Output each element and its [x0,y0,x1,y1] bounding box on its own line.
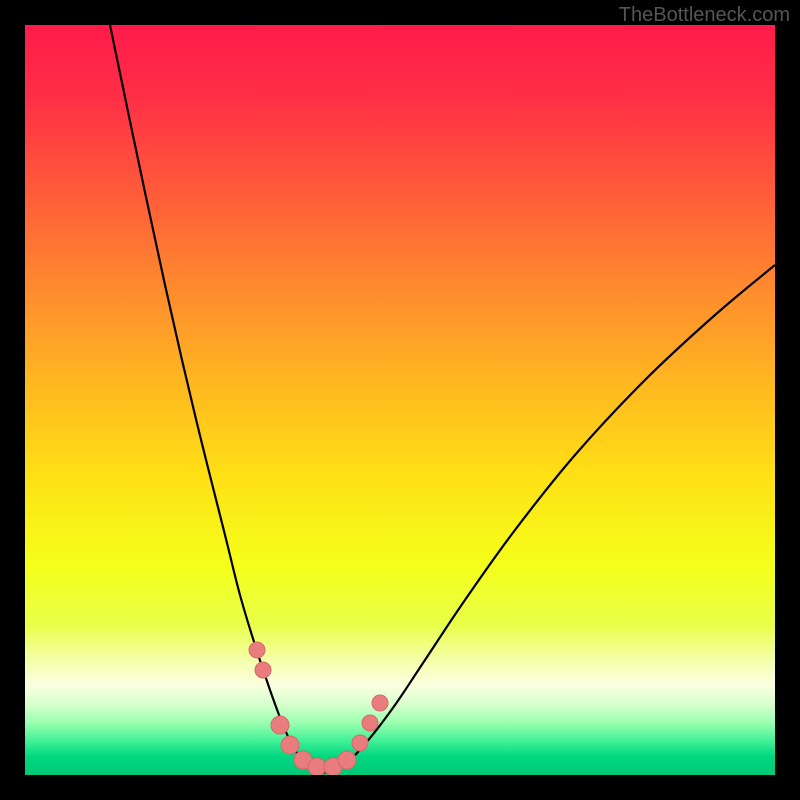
data-marker [281,736,299,754]
data-marker [255,662,271,678]
data-marker [308,758,326,775]
data-marker [338,751,356,769]
data-marker [372,695,388,711]
watermark-text: TheBottleneck.com [619,4,790,27]
data-marker [271,716,289,734]
data-marker [362,715,378,731]
data-marker [249,642,265,658]
bottleneck-chart [25,25,775,775]
chart-frame [25,25,775,775]
data-marker [352,735,368,751]
gradient-background [25,25,775,775]
